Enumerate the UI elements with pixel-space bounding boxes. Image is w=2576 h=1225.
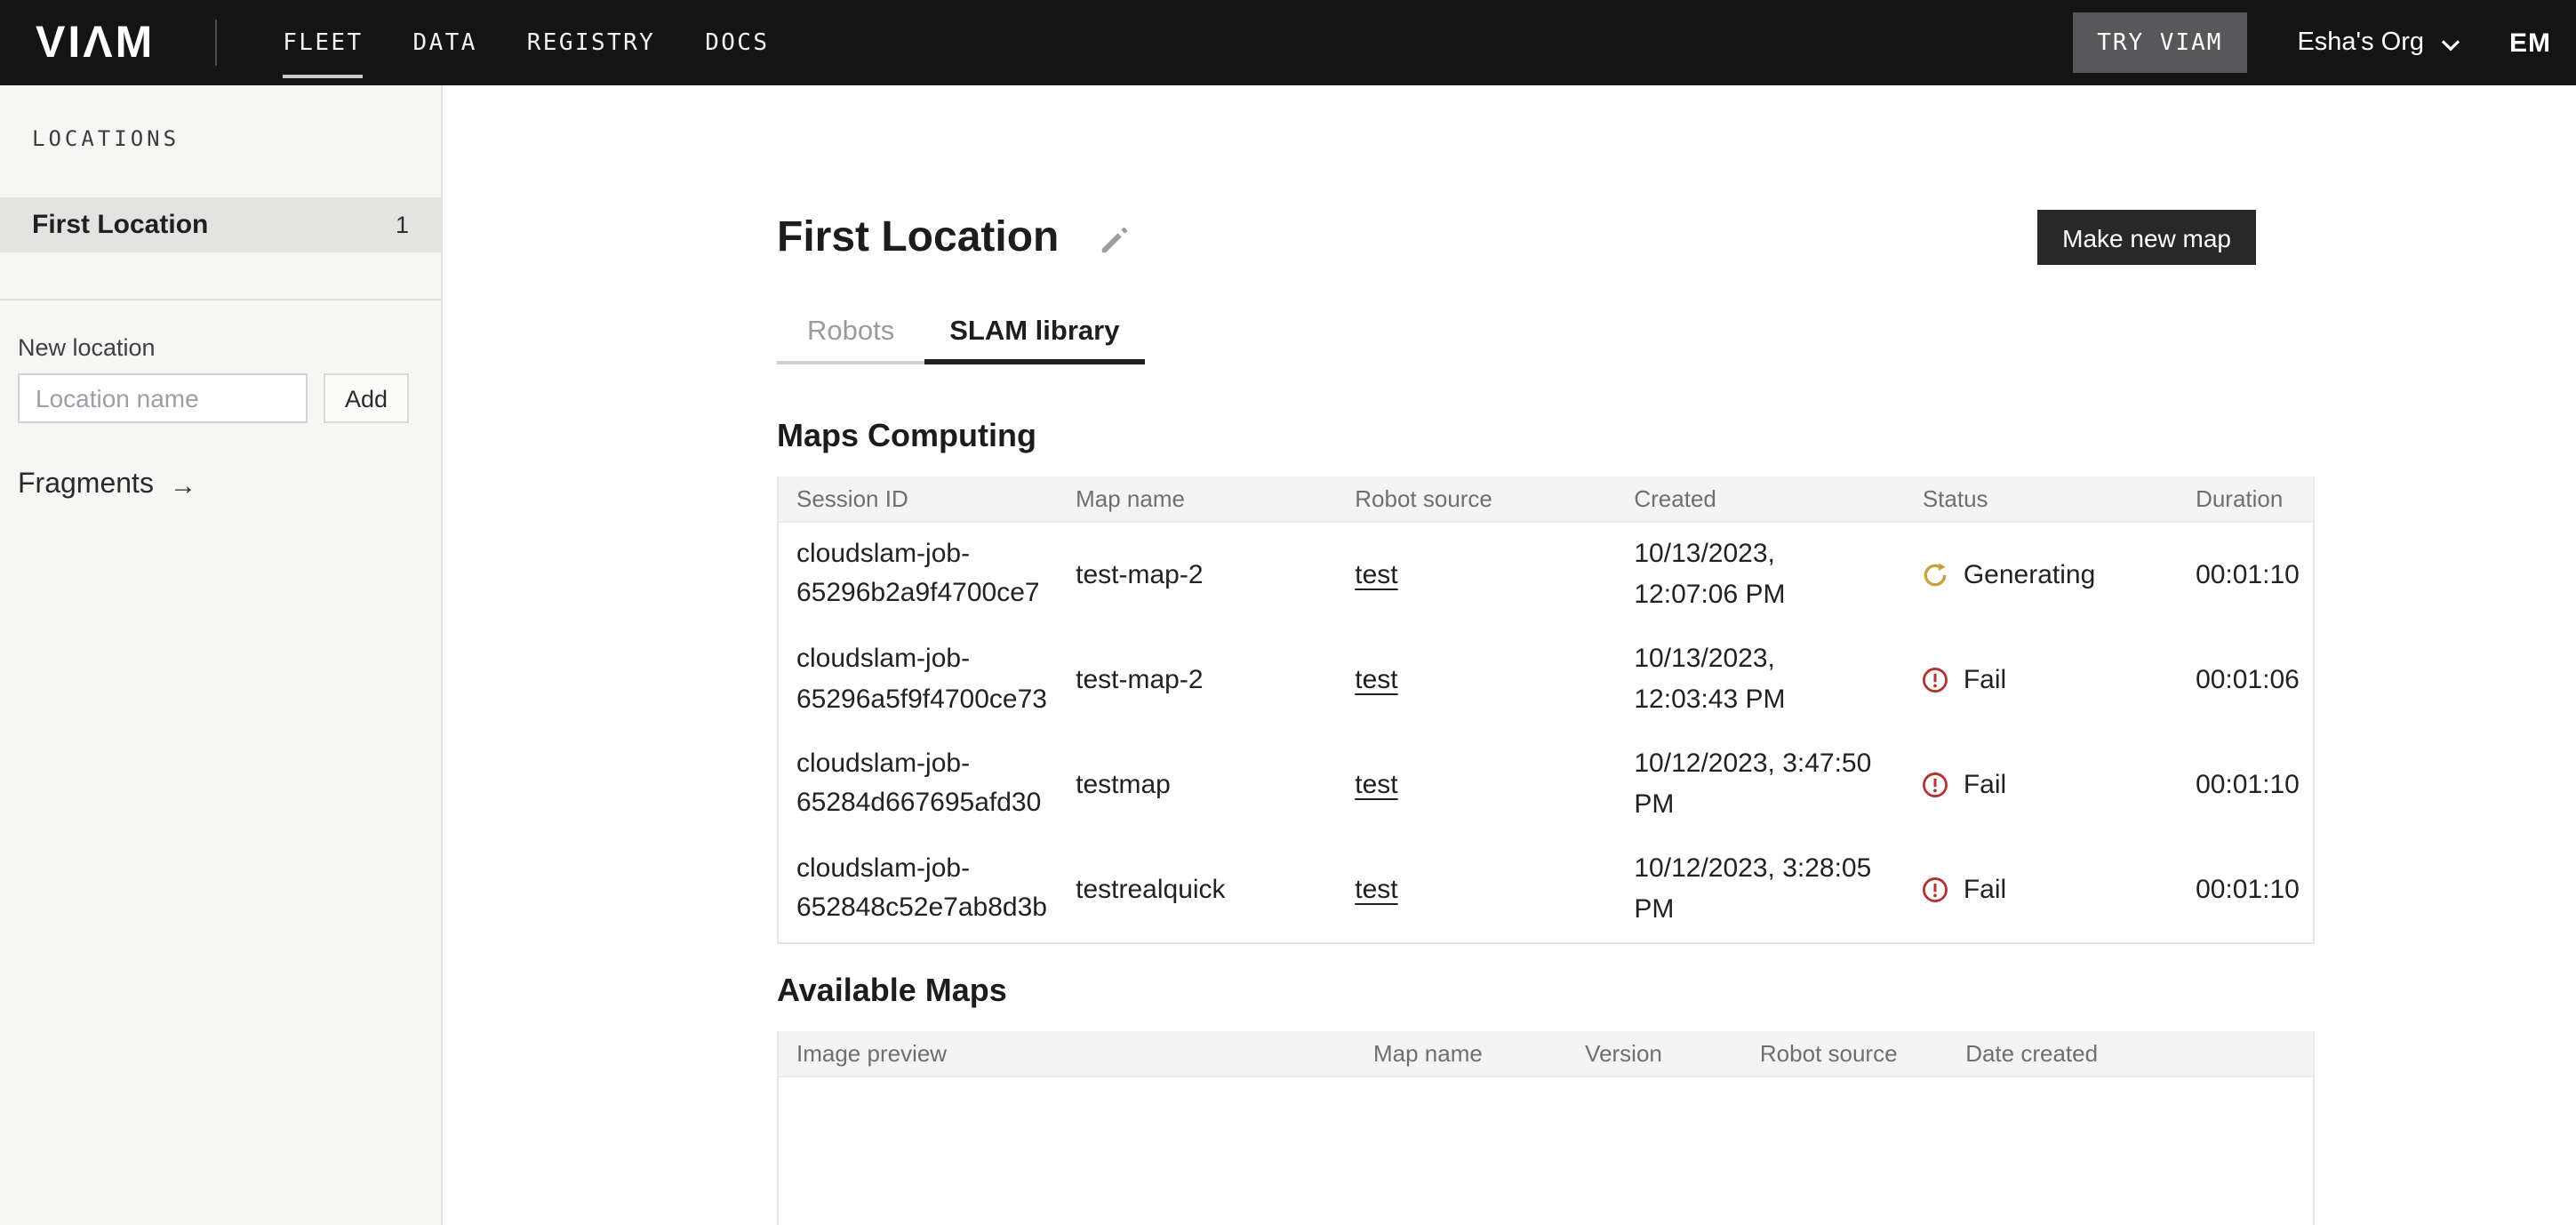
top-navigation-bar: VIΛM FLEET DATA REGISTRY DOCS TRY VIAM E… <box>0 0 2576 85</box>
robot-source-cell: test <box>1337 770 1616 800</box>
org-switcher[interactable]: Esha's Org <box>2297 28 2460 57</box>
created-cell: 10/13/2023, 12:03:43 PM <box>1616 640 1904 720</box>
robot-source-link[interactable]: test <box>1355 560 1397 590</box>
column-header-date-created: Date created <box>1948 1040 2313 1067</box>
map-name-cell: testmap <box>1058 770 1337 800</box>
sidebar-divider <box>0 299 441 300</box>
page-title: First Location <box>777 210 1059 267</box>
fragments-label: Fragments <box>18 469 154 501</box>
add-location-button[interactable]: Add <box>324 373 409 423</box>
duration-cell: 00:01:10 <box>2178 560 2313 590</box>
map-name-cell: test-map-2 <box>1058 560 1337 590</box>
column-header-duration: Duration <box>2178 485 2313 512</box>
session-id-text: cloudslam-job-65296a5f9f4700ce73 <box>796 644 1047 714</box>
column-header-created: Created <box>1616 485 1904 512</box>
created-cell: 10/13/2023, 12:07:06 PM <box>1616 535 1904 615</box>
try-viam-button[interactable]: TRY VIAM <box>2072 12 2247 73</box>
session-id-cell: cloudslam-job-65284d667695afd304 <box>779 744 1058 826</box>
created-cell: 10/12/2023, 3:28:05 PM <box>1616 850 1904 930</box>
session-id-text: cloudslam-job-652848c52e7ab8d3b9 <box>796 853 1047 931</box>
location-name: First Location <box>32 210 208 240</box>
nav-item-docs[interactable]: DOCS <box>705 19 769 67</box>
locations-heading: LOCATIONS <box>0 85 441 151</box>
status-label: Generating <box>1964 560 2095 590</box>
viam-logo[interactable]: VIΛM <box>36 20 155 65</box>
robot-source-cell: test <box>1337 665 1616 695</box>
location-name-input[interactable] <box>18 373 308 423</box>
locations-sidebar: LOCATIONS First Location 1 New location … <box>0 85 443 1225</box>
edit-pencil-icon[interactable] <box>1098 226 1128 256</box>
available-maps-table-body <box>779 1077 2313 1225</box>
column-header-status: Status <box>1905 485 2178 512</box>
column-header-robot-source: Robot source <box>1337 485 1616 512</box>
nav-right-group: TRY VIAM Esha's Org EM <box>2072 12 2551 73</box>
maps-computing-heading: Maps Computing <box>777 418 2576 455</box>
nav-item-registry[interactable]: REGISTRY <box>527 19 655 67</box>
maps-computing-table-body: cloudslam-job-65296b2a9f4700ce73 test-ma… <box>779 523 2313 942</box>
map-name-cell: test-map-2 <box>1058 665 1337 695</box>
status-label: Fail <box>1964 875 2006 905</box>
robot-source-link[interactable]: test <box>1355 770 1397 800</box>
available-maps-heading: Available Maps <box>777 973 2576 1010</box>
column-header-am-map-name: Map name <box>1356 1040 1567 1067</box>
session-id-text: cloudslam-job-65284d667695afd304 <box>796 748 1041 826</box>
status-cell: Fail <box>1905 665 2178 695</box>
location-count-badge: 1 <box>396 212 409 238</box>
column-header-image-preview: Image preview <box>779 1040 1356 1067</box>
chevron-down-icon <box>2440 38 2460 51</box>
robot-source-link[interactable]: test <box>1355 665 1397 695</box>
column-header-am-robot-source: Robot source <box>1742 1040 1948 1067</box>
tab-slam-library[interactable]: SLAM library <box>924 316 1144 364</box>
fail-alert-icon <box>1923 877 1949 903</box>
duration-cell: 00:01:10 <box>2178 875 2313 905</box>
main-content: First Location Make new map Robots SLAM … <box>444 85 2576 1225</box>
primary-nav: FLEET DATA REGISTRY DOCS <box>283 19 769 67</box>
session-id-cell: cloudslam-job-65296a5f9f4700ce73 <box>779 640 1058 720</box>
status-label: Fail <box>1964 665 2006 695</box>
fragments-link[interactable]: Fragments → <box>18 469 441 501</box>
status-cell: Generating <box>1905 560 2178 590</box>
robot-source-link[interactable]: test <box>1355 875 1397 905</box>
fail-alert-icon <box>1923 667 1949 693</box>
column-header-session-id: Session ID <box>779 485 1058 512</box>
sidebar-item-first-location[interactable]: First Location 1 <box>0 197 441 252</box>
maps-computing-table-row: cloudslam-job-65284d667695afd304 testmap… <box>779 733 2313 837</box>
available-maps-table-header: Image preview Map name Version Robot sou… <box>779 1031 2313 1077</box>
status-cell: Fail <box>1905 875 2178 905</box>
robot-source-cell: test <box>1337 560 1616 590</box>
created-cell: 10/12/2023, 3:47:50 PM <box>1616 745 1904 825</box>
nav-item-fleet[interactable]: FLEET <box>283 19 363 67</box>
nav-divider <box>215 20 217 66</box>
status-cell: Fail <box>1905 770 2178 800</box>
duration-cell: 00:01:06 <box>2178 665 2313 695</box>
robot-source-cell: test <box>1337 875 1616 905</box>
nav-item-data[interactable]: DATA <box>413 19 477 67</box>
session-id-cell: cloudslam-job-65296b2a9f4700ce73 <box>779 534 1058 616</box>
user-avatar-initials[interactable]: EM <box>2509 28 2551 58</box>
maps-computing-table-row: cloudslam-job-652848c52e7ab8d3b9 testrea… <box>779 837 2313 942</box>
session-id-text: cloudslam-job-65296b2a9f4700ce73 <box>796 538 1040 616</box>
maps-computing-table-row: cloudslam-job-65296b2a9f4700ce73 test-ma… <box>779 523 2313 628</box>
page-header: First Location Make new map <box>777 210 2315 267</box>
tab-robots[interactable]: Robots <box>777 316 924 364</box>
column-header-version: Version <box>1567 1040 1742 1067</box>
fail-alert-icon <box>1923 772 1949 798</box>
session-id-cell: cloudslam-job-652848c52e7ab8d3b9 <box>779 849 1058 931</box>
make-new-map-button[interactable]: Make new map <box>2037 210 2256 265</box>
column-header-map-name: Map name <box>1058 485 1337 512</box>
maps-computing-table-row: cloudslam-job-65296a5f9f4700ce73 test-ma… <box>779 628 2313 733</box>
tab-bar: Robots SLAM library <box>777 316 2576 364</box>
arrow-right-icon: → <box>170 470 196 500</box>
maps-computing-table: Session ID Map name Robot source Created… <box>777 476 2315 944</box>
status-label: Fail <box>1964 770 2006 800</box>
org-name: Esha's Org <box>2297 28 2424 57</box>
map-name-cell: testrealquick <box>1058 875 1337 905</box>
new-location-label: New location <box>18 334 441 361</box>
new-location-form: Add <box>18 373 441 423</box>
maps-computing-table-header: Session ID Map name Robot source Created… <box>779 476 2313 523</box>
duration-cell: 00:01:10 <box>2178 770 2313 800</box>
available-maps-table: Image preview Map name Version Robot sou… <box>777 1031 2315 1225</box>
viam-app-window: VIΛM FLEET DATA REGISTRY DOCS TRY VIAM E… <box>0 0 2576 1225</box>
generating-spinner-icon <box>1923 562 1949 588</box>
